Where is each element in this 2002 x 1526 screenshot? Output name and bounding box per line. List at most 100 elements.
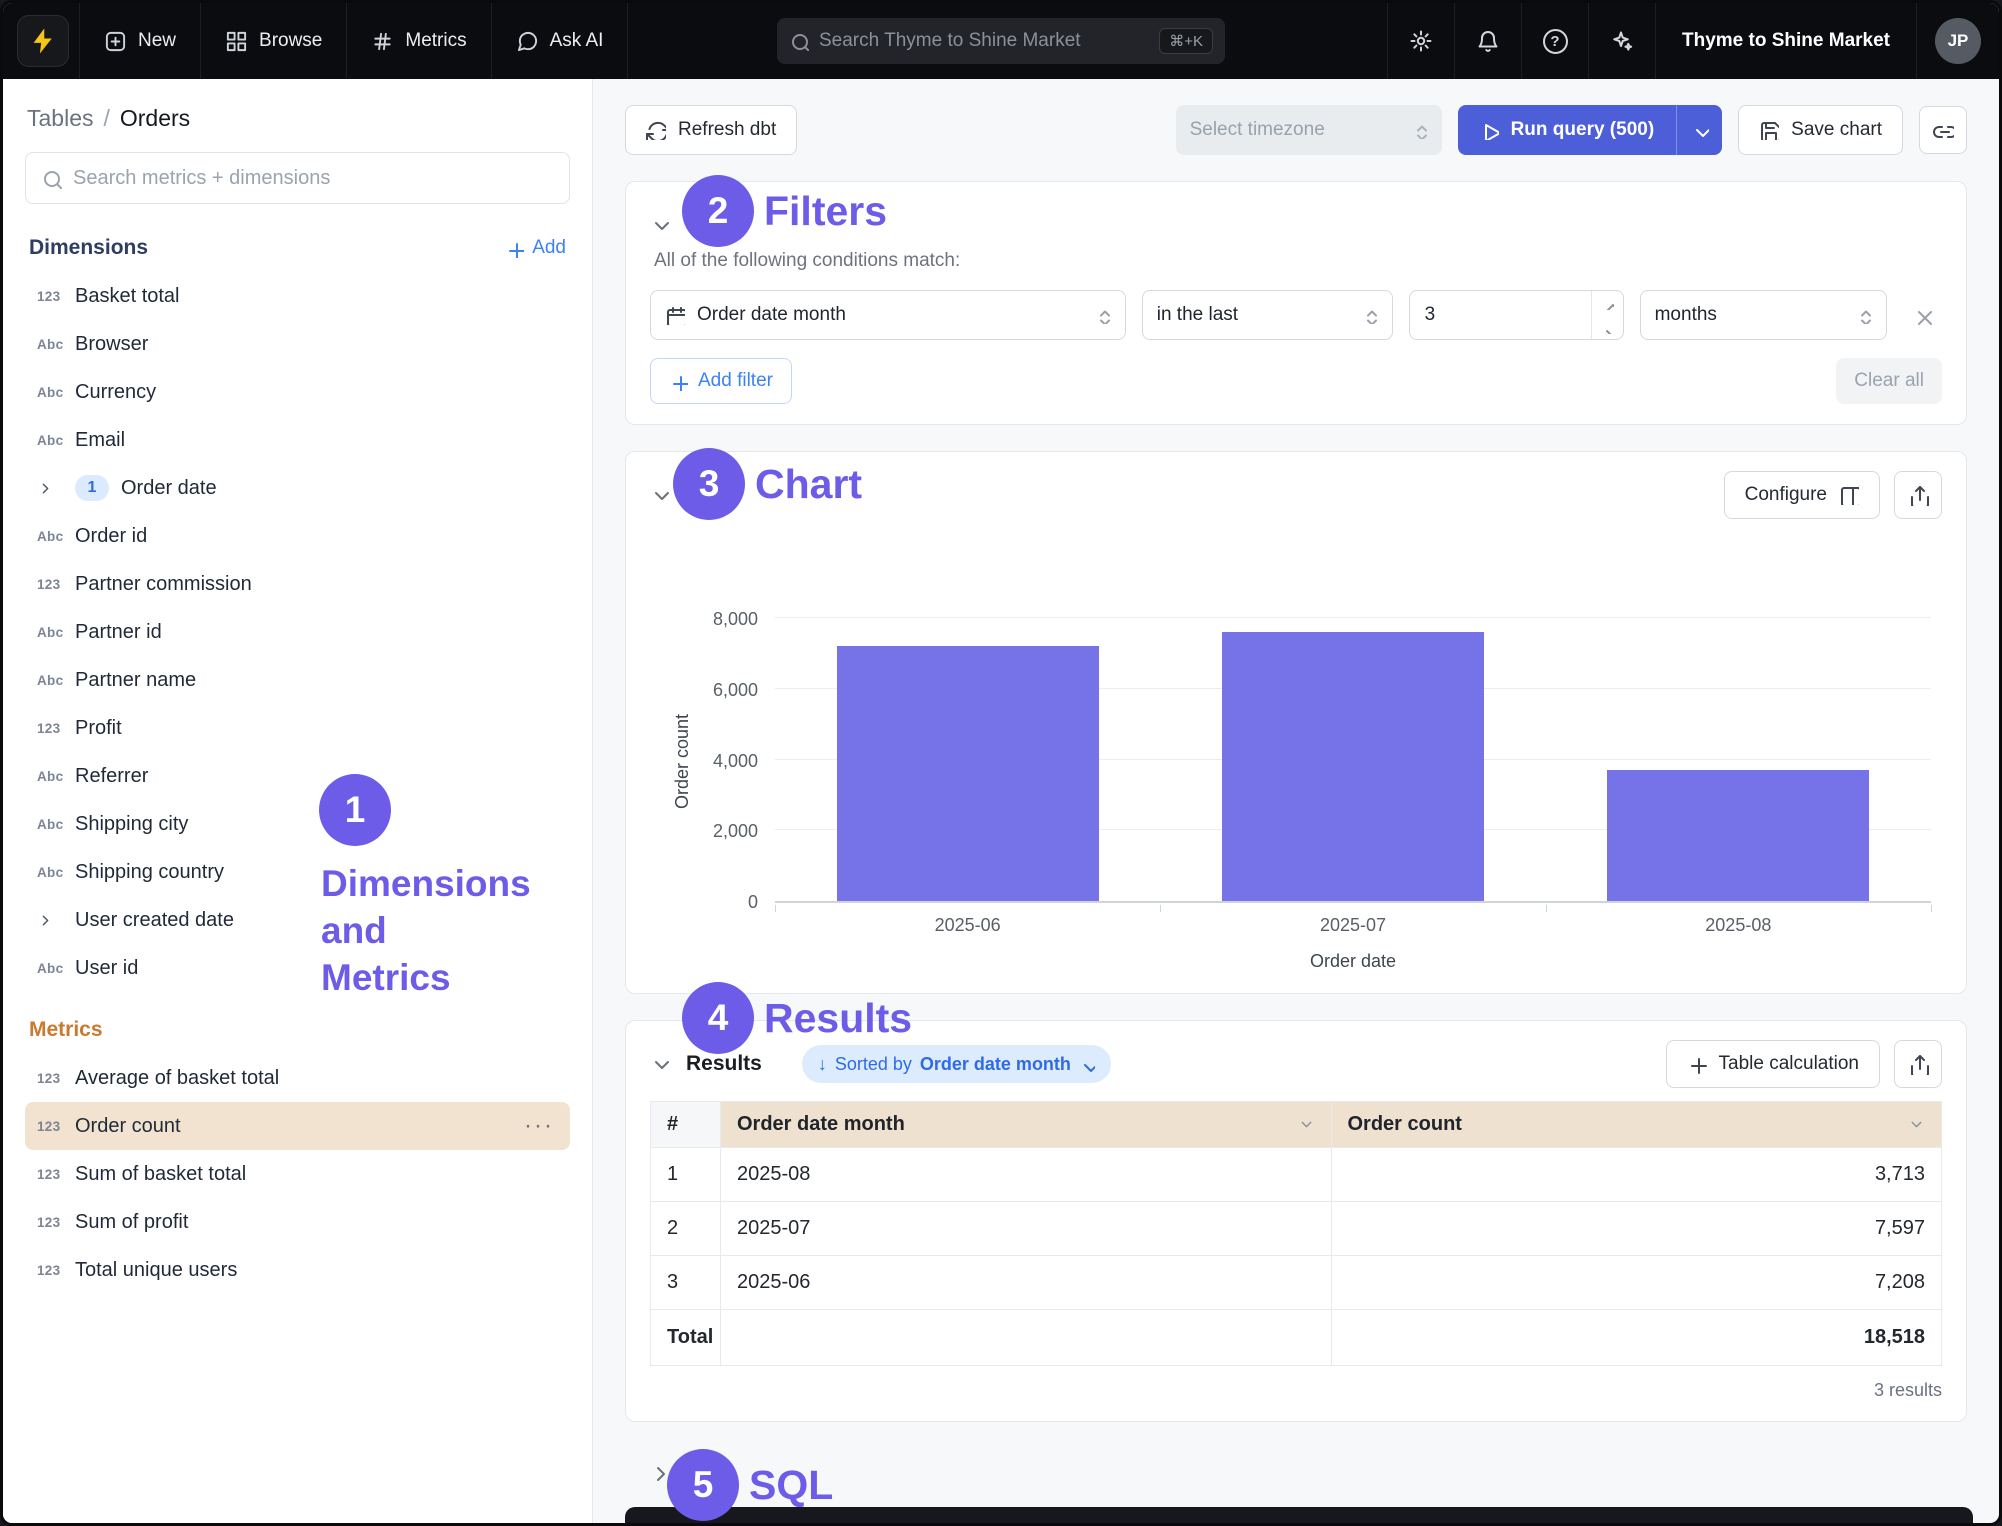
app-logo[interactable] xyxy=(17,15,69,67)
metric-value-cell[interactable]: 7,597 xyxy=(1331,1202,1942,1256)
text-type-icon: Abc xyxy=(37,961,75,976)
dimension-item-partner-id[interactable]: AbcPartner id xyxy=(25,608,570,656)
filter-row: Order date month in the last 3 months xyxy=(650,290,1942,340)
save-chart-button[interactable]: Save chart xyxy=(1738,105,1903,155)
filter-unit-select[interactable]: months xyxy=(1640,290,1887,340)
refresh-dbt-button[interactable]: Refresh dbt xyxy=(625,105,797,155)
column-header-[interactable]: # xyxy=(651,1102,721,1148)
plot-area xyxy=(775,620,1931,903)
metric-item-total-unique-users[interactable]: 123Total unique users xyxy=(25,1246,570,1294)
axis-tick xyxy=(775,905,776,912)
configure-chart-button[interactable]: Configure xyxy=(1724,471,1880,519)
dimension-item-order-date[interactable]: 1 Order date xyxy=(25,464,570,512)
timezone-select[interactable]: Select timezone xyxy=(1176,105,1442,155)
dimensions-header: Dimensions Add xyxy=(29,236,566,260)
filter-value-input[interactable]: 3 xyxy=(1409,290,1624,340)
export-chart-button[interactable] xyxy=(1894,471,1942,519)
dimension-item-partner-commission[interactable]: 123Partner commission xyxy=(25,560,570,608)
stepper-up-button[interactable] xyxy=(1592,291,1623,315)
user-avatar[interactable]: JP xyxy=(1935,18,1981,64)
global-search-input[interactable] xyxy=(819,30,1149,52)
number-type-icon: 123 xyxy=(37,1071,75,1086)
nav-item-askai[interactable]: Ask AI xyxy=(492,3,629,79)
chart-bar[interactable] xyxy=(837,646,1099,901)
settings-button[interactable] xyxy=(1387,3,1454,79)
dimension-item-user-id[interactable]: AbcUser id xyxy=(25,944,570,992)
dimension-item-user-created-date[interactable]: User created date xyxy=(25,896,570,944)
dimension-item-profit[interactable]: 123Profit xyxy=(25,704,570,752)
dimension-item-basket-total[interactable]: 123Basket total xyxy=(25,272,570,320)
chart-bar[interactable] xyxy=(1222,632,1484,901)
table-calculation-button[interactable]: Table calculation xyxy=(1666,1040,1880,1088)
collapse-results-button[interactable] xyxy=(650,1053,672,1075)
chevron-down-icon[interactable] xyxy=(1908,1116,1925,1133)
item-label: Order date xyxy=(121,477,558,500)
metric-item-average-of-basket-total[interactable]: 123Average of basket total xyxy=(25,1054,570,1102)
expand-sql-button[interactable] xyxy=(649,1462,671,1484)
filter-field-select[interactable]: Order date month xyxy=(650,290,1126,340)
metric-item-order-count[interactable]: 123Order count··· xyxy=(25,1102,570,1150)
metric-item-sum-of-basket-total[interactable]: 123Sum of basket total xyxy=(25,1150,570,1198)
x-tick-label: 2025-07 xyxy=(1160,915,1545,936)
dimension-item-order-id[interactable]: AbcOrder id xyxy=(25,512,570,560)
dimension-item-email[interactable]: AbcEmail xyxy=(25,416,570,464)
dimension-item-shipping-city[interactable]: AbcShipping city xyxy=(25,800,570,848)
item-label: Sum of profit xyxy=(75,1211,558,1234)
nav-item-metrics[interactable]: Metrics xyxy=(347,3,491,79)
dimension-value-cell[interactable]: 2025-07 xyxy=(721,1202,1332,1256)
fields-search[interactable] xyxy=(25,152,570,204)
more-options-icon[interactable]: ··· xyxy=(524,1112,558,1140)
add-filter-button[interactable]: Add filter xyxy=(650,358,792,404)
chevron-down-icon xyxy=(650,484,672,506)
dimension-item-browser[interactable]: AbcBrowser xyxy=(25,320,570,368)
metric-item-sum-of-profit[interactable]: 123Sum of profit xyxy=(25,1198,570,1246)
dimension-item-currency[interactable]: AbcCurrency xyxy=(25,368,570,416)
dimension-item-shipping-country[interactable]: AbcShipping country xyxy=(25,848,570,896)
collapse-chart-button[interactable] xyxy=(650,484,672,506)
export-results-button[interactable] xyxy=(1894,1040,1942,1088)
chevron-down-icon[interactable] xyxy=(1298,1116,1315,1133)
sorted-by-pill[interactable]: ↓ Sorted by Order date month xyxy=(802,1045,1111,1083)
project-name[interactable]: Thyme to Shine Market xyxy=(1655,3,1916,79)
dimensions-list: 123Basket totalAbcBrowserAbcCurrencyAbcE… xyxy=(25,272,570,992)
row-index-cell: 2 xyxy=(651,1202,721,1256)
results-count: 3 results xyxy=(650,1380,1942,1401)
run-query-dropdown-button[interactable] xyxy=(1676,105,1722,155)
dimension-item-referrer[interactable]: AbcReferrer xyxy=(25,752,570,800)
number-type-icon: 123 xyxy=(37,721,75,736)
fields-search-input[interactable] xyxy=(73,167,554,190)
ai-assistant-button[interactable] xyxy=(1588,3,1655,79)
close-icon xyxy=(1913,306,1932,325)
remove-filter-button[interactable] xyxy=(1903,295,1942,335)
collapse-filters-button[interactable] xyxy=(650,214,672,236)
breadcrumb-current: Orders xyxy=(120,105,190,132)
stepper-down-button[interactable] xyxy=(1592,315,1623,339)
x-tick-label: 2025-06 xyxy=(775,915,1160,936)
nav-item-new[interactable]: New xyxy=(80,3,201,79)
breadcrumb-tables-link[interactable]: Tables xyxy=(27,105,93,132)
metric-value-cell[interactable]: 7,208 xyxy=(1331,1256,1942,1310)
notifications-button[interactable] xyxy=(1454,3,1521,79)
text-type-icon: Abc xyxy=(37,865,75,880)
help-button[interactable]: ? xyxy=(1521,3,1588,79)
chevron-down-icon xyxy=(650,1053,672,1075)
nav-item-browse[interactable]: Browse xyxy=(201,3,347,79)
share-link-button[interactable] xyxy=(1919,106,1967,154)
clear-all-button[interactable]: Clear all xyxy=(1836,358,1942,404)
item-label: Shipping city xyxy=(75,813,558,836)
column-header-order-count[interactable]: Order count xyxy=(1331,1102,1942,1148)
add-dimension-button[interactable]: Add xyxy=(505,237,566,259)
filter-count-badge: 1 xyxy=(75,475,109,501)
dimension-item-partner-name[interactable]: AbcPartner name xyxy=(25,656,570,704)
global-search[interactable]: ⌘+K xyxy=(777,18,1225,64)
run-query-button[interactable]: Run query (500) xyxy=(1458,105,1677,155)
column-header-order-date-month[interactable]: Order date month xyxy=(721,1102,1332,1148)
dimension-value-cell[interactable]: 2025-06 xyxy=(721,1256,1332,1310)
metric-value-cell[interactable]: 3,713 xyxy=(1331,1148,1942,1202)
filter-operator-select[interactable]: in the last xyxy=(1142,290,1393,340)
help-icon: ? xyxy=(1543,29,1568,54)
text-type-icon: Abc xyxy=(37,625,75,640)
dimension-value-cell[interactable]: 2025-08 xyxy=(721,1148,1332,1202)
play-icon xyxy=(1480,121,1499,140)
chart-bar[interactable] xyxy=(1607,770,1869,901)
